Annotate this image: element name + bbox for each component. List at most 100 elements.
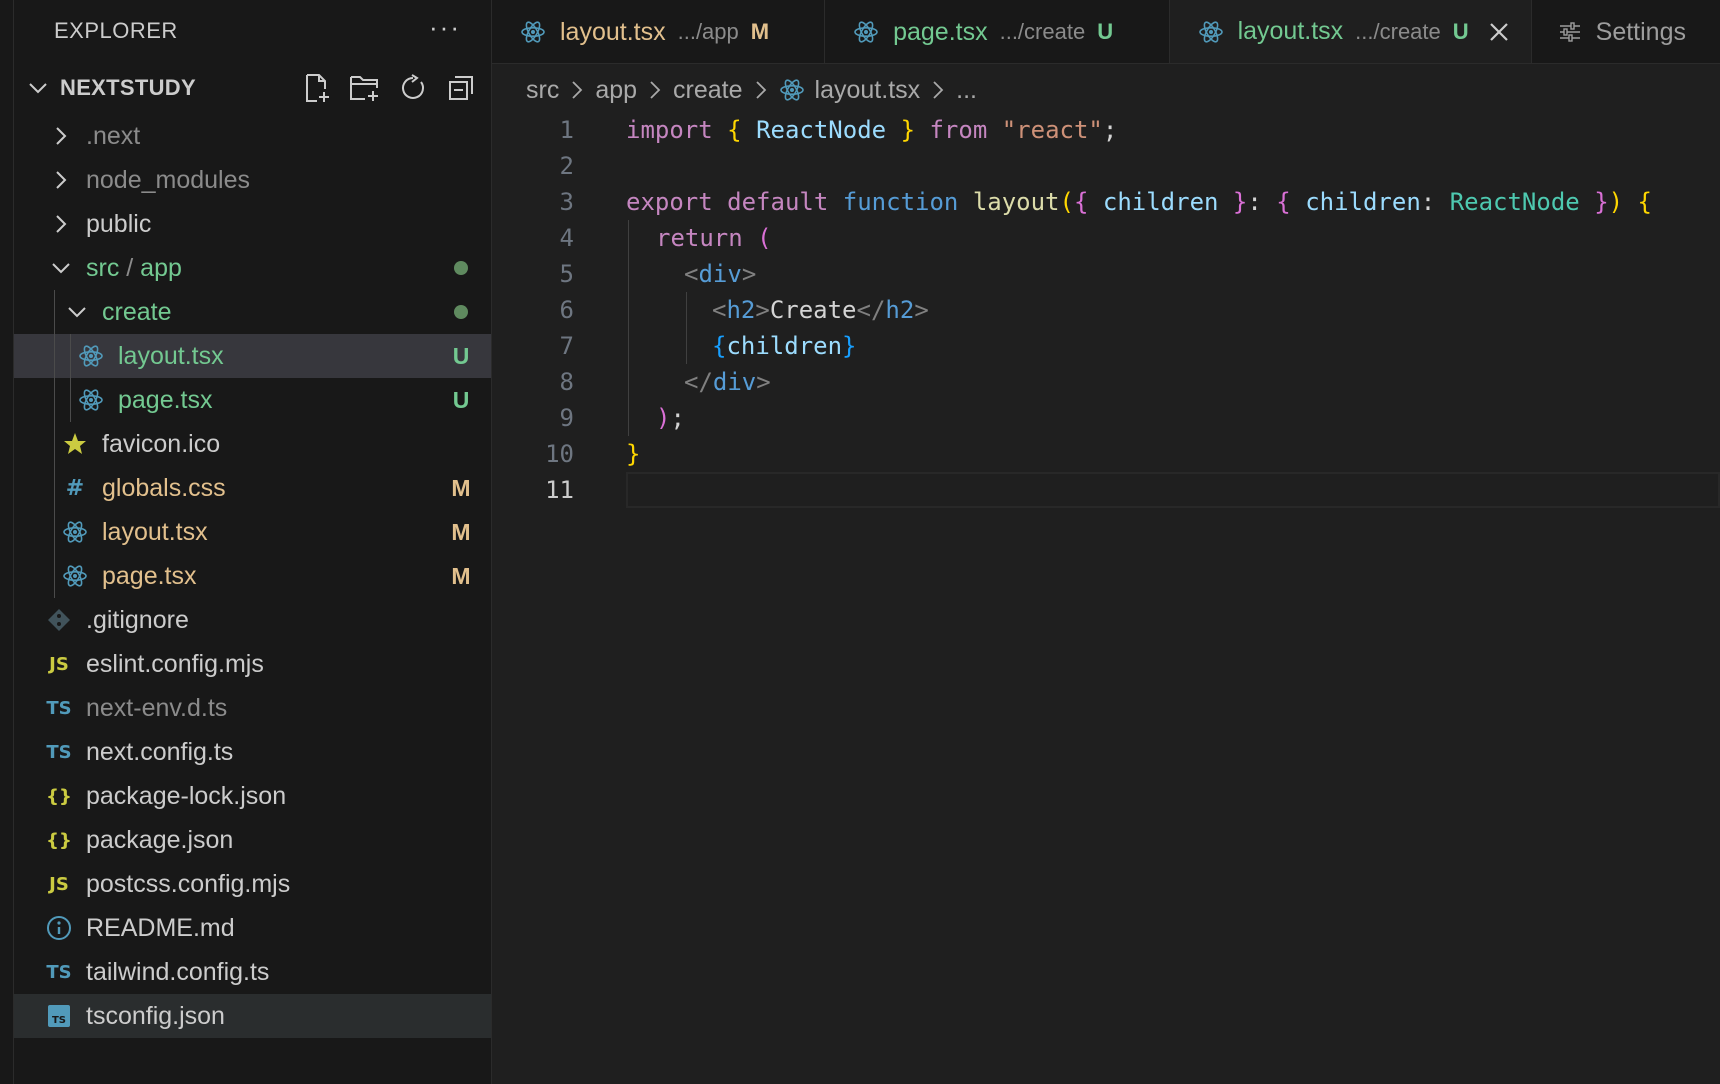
tree-item-eslint-config[interactable]: JS eslint.config.mjs [14, 642, 491, 686]
tree-item-gitignore[interactable]: .gitignore [14, 598, 491, 642]
tree-item-next[interactable]: .next [14, 114, 491, 158]
breadcrumb-item[interactable]: app [595, 76, 637, 105]
tree-item-label: page.tsx [118, 385, 213, 414]
code-content: import { ReactNode } from "react"; [626, 116, 1118, 144]
tab-label: layout.tsx [1237, 17, 1344, 45]
tsconfig-icon: TS [46, 1003, 72, 1029]
code-line: 1 import { ReactNode } from "react"; [492, 112, 1720, 148]
tab-settings[interactable]: Settings [1532, 0, 1720, 63]
tree-item-tailwind-config[interactable]: TS tailwind.config.ts [14, 950, 491, 994]
refresh-icon[interactable] [397, 72, 429, 104]
git-icon [46, 607, 72, 633]
indent-guide [686, 328, 687, 364]
collapse-all-icon[interactable] [445, 72, 477, 104]
tree-item-node-modules[interactable]: node_modules [14, 158, 491, 202]
indent-guide [628, 220, 629, 256]
code-content: export default function layout({ childre… [626, 188, 1652, 216]
code-editor[interactable]: 1 import { ReactNode } from "react"; 2 3… [492, 112, 1720, 1084]
indent-guide [54, 466, 55, 510]
line-number: 8 [559, 368, 574, 396]
indent-guide [54, 422, 55, 466]
tree-item-src-app[interactable]: src / app [14, 246, 491, 290]
git-status-badge: M [451, 474, 471, 501]
explorer-header: EXPLORER ··· [14, 0, 491, 62]
code-line: 5 <div> [492, 256, 1720, 292]
code-content: {children} [712, 332, 857, 360]
tree-item-app-layout[interactable]: layout.tsx M [14, 510, 491, 554]
code-content: </div> [684, 368, 771, 396]
tree-item-label: globals.css [102, 473, 226, 502]
tab-app-layout[interactable]: layout.tsx .../app M [492, 0, 826, 63]
indent-guide [628, 256, 629, 292]
current-line-highlight [626, 472, 1720, 508]
indent-guide [628, 400, 629, 436]
tab-path: .../create [999, 19, 1086, 44]
tree-item-favicon[interactable]: favicon.ico [14, 422, 491, 466]
settings-sliders-icon [1558, 21, 1582, 43]
tree-item-next-env[interactable]: TS next-env.d.ts [14, 686, 491, 730]
file-tree: .next node_modules public src / app crea… [14, 114, 491, 1038]
indent-guide [628, 292, 629, 328]
line-number: 7 [559, 332, 574, 360]
tree-item-label: README.md [86, 913, 235, 942]
code-line: 6 <h2>Create</h2> [492, 292, 1720, 328]
javascript-icon: JS [49, 873, 69, 895]
tree-item-label: eslint.config.mjs [86, 649, 264, 678]
chevron-right-icon [50, 213, 72, 235]
tree-item-package-json[interactable]: {} package.json [14, 818, 491, 862]
code-content: return ( [656, 224, 772, 252]
tree-item-label: layout.tsx [102, 517, 208, 546]
tab-create-layout[interactable]: layout.tsx .../create U [1169, 0, 1532, 63]
breadcrumb-item[interactable]: src [526, 76, 559, 105]
indent-guide [54, 510, 55, 554]
tree-item-create-page[interactable]: page.tsx U [14, 378, 491, 422]
workspace-section-header[interactable]: NEXTSTUDY [14, 62, 491, 114]
chevron-right-icon [755, 80, 767, 100]
tree-item-label: postcss.config.mjs [86, 869, 291, 898]
new-folder-icon[interactable] [349, 72, 381, 104]
indent-guide [54, 290, 55, 334]
new-file-icon[interactable] [301, 72, 333, 104]
tree-item-app-page[interactable]: page.tsx M [14, 554, 491, 598]
breadcrumb-item[interactable]: ... [956, 76, 977, 105]
tree-item-public[interactable]: public [14, 202, 491, 246]
code-line: 3 export default function layout({ child… [492, 184, 1720, 220]
json-icon: {} [46, 829, 72, 851]
code-line: 2 [492, 148, 1720, 184]
close-icon[interactable] [1489, 22, 1509, 42]
react-icon [853, 19, 879, 45]
chevron-down-icon [66, 301, 88, 323]
more-actions-icon[interactable]: ··· [429, 14, 461, 48]
git-status-badge: M [750, 19, 770, 44]
breadcrumb-item[interactable]: layout.tsx [815, 76, 921, 105]
tree-item-next-config[interactable]: TS next.config.ts [14, 730, 491, 774]
line-number: 3 [559, 188, 574, 216]
tree-item-label: next.config.ts [86, 737, 234, 766]
indent-guide [54, 378, 55, 422]
tab-create-page[interactable]: page.tsx .../create U [825, 0, 1170, 63]
editor-tabs: layout.tsx .../app M page.tsx .../create… [492, 0, 1720, 64]
typescript-icon: TS [46, 961, 72, 983]
typescript-icon: TS [46, 697, 72, 719]
tree-item-label: public [86, 209, 152, 238]
tree-item-package-lock[interactable]: {} package-lock.json [14, 774, 491, 818]
chevron-down-icon [50, 257, 72, 279]
explorer-title: EXPLORER [54, 18, 178, 43]
breadcrumb-item[interactable]: create [673, 76, 742, 105]
tree-item-globals-css[interactable]: # globals.css M [14, 466, 491, 510]
code-content: ); [656, 404, 685, 432]
code-line: 9 ); [492, 400, 1720, 436]
code-line: 7 {children} [492, 328, 1720, 364]
tree-item-tsconfig[interactable]: TS tsconfig.json [14, 994, 491, 1038]
line-number: 1 [559, 116, 574, 144]
tree-item-postcss-config[interactable]: JS postcss.config.mjs [14, 862, 491, 906]
tree-item-create[interactable]: create [14, 290, 491, 334]
explorer-actions [301, 72, 477, 104]
tab-label: Settings [1595, 17, 1686, 46]
line-number: 10 [545, 440, 574, 468]
line-number: 6 [559, 296, 574, 324]
tree-item-label: package.json [86, 825, 234, 854]
react-icon [62, 563, 88, 589]
tree-item-readme[interactable]: README.md [14, 906, 491, 950]
tree-item-create-layout[interactable]: layout.tsx U [14, 334, 491, 378]
